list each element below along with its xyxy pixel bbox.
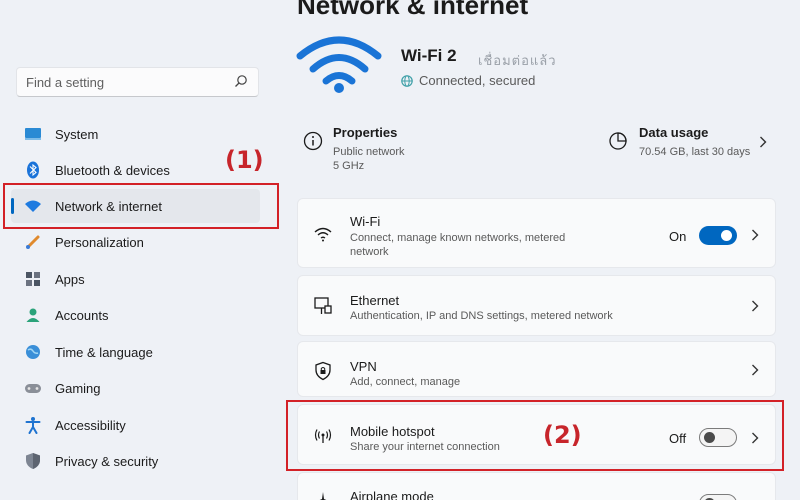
vpn-setting-card[interactable]: VPN Add, connect, manage — [297, 341, 776, 397]
sidebar-item-label: Gaming — [55, 380, 101, 396]
connection-name-obscured: เชื่อมต่อแล้ว — [478, 53, 557, 68]
airplane-mode-setting-card[interactable]: Airplane mode — [297, 472, 776, 500]
search-icon[interactable] — [234, 74, 248, 88]
globe-icon — [23, 342, 43, 362]
annotation-label-2: (2) — [543, 421, 582, 449]
airplane-title: Airplane mode — [350, 489, 434, 500]
highlight-box-2 — [286, 400, 784, 471]
apps-icon — [23, 269, 43, 289]
sidebar-item-accounts[interactable]: Accounts — [11, 298, 260, 332]
ethernet-subtitle: Authentication, IP and DNS settings, met… — [350, 310, 613, 322]
ethernet-icon — [314, 297, 332, 314]
properties-row: Properties Public network 5 GHz Data usa… — [297, 113, 777, 177]
wifi-toggle[interactable] — [699, 226, 737, 245]
sidebar-item-gaming[interactable]: Gaming — [11, 371, 260, 405]
wifi-title: Wi-Fi — [350, 214, 381, 229]
sidebar-item-label: Accessibility — [55, 417, 126, 433]
connection-status-text: Connected, secured — [419, 73, 536, 88]
search-input[interactable] — [17, 68, 217, 96]
search-box[interactable] — [16, 67, 259, 97]
sidebar-item-accessibility[interactable]: Accessibility — [11, 408, 260, 442]
wifi-icon — [314, 227, 332, 242]
sidebar-item-label: Time & language — [55, 344, 153, 360]
wifi-signal-icon — [296, 36, 382, 93]
sidebar-item-bluetooth[interactable]: Bluetooth & devices — [11, 153, 260, 187]
sidebar-item-personalization[interactable]: Personalization — [11, 225, 260, 259]
globe-icon — [401, 74, 413, 87]
sidebar-item-privacy-security[interactable]: Privacy & security — [11, 444, 260, 478]
vpn-title: VPN — [350, 359, 377, 374]
bluetooth-icon — [23, 160, 43, 180]
sidebar-item-label: Bluetooth & devices — [55, 162, 170, 178]
chevron-right-icon[interactable] — [751, 300, 759, 312]
sidebar-item-label: Apps — [55, 271, 85, 287]
data-usage-link[interactable]: Data usage 70.54 GB, last 30 days — [602, 113, 777, 177]
chevron-right-icon[interactable] — [751, 229, 759, 241]
connection-name: Wi-Fi 2 — [401, 46, 457, 65]
properties-network-type: Public network — [333, 146, 405, 158]
data-usage-title: Data usage — [639, 125, 709, 140]
wifi-state-label: On — [669, 229, 687, 244]
shield-icon — [23, 451, 43, 471]
chevron-right-icon — [760, 136, 767, 148]
system-icon — [23, 124, 43, 144]
sidebar-item-apps[interactable]: Apps — [11, 262, 260, 296]
accessibility-icon — [23, 415, 43, 435]
brush-icon — [23, 232, 43, 252]
properties-title: Properties — [333, 125, 398, 140]
wifi-subtitle: Connect, manage known networks, metered … — [350, 232, 566, 258]
toggle-knob — [721, 230, 732, 241]
data-usage-value: 70.54 GB, last 30 days — [639, 146, 751, 158]
info-icon — [303, 131, 323, 151]
airplane-toggle[interactable] — [699, 494, 737, 500]
properties-link[interactable]: Properties Public network 5 GHz — [297, 113, 517, 177]
sidebar-item-system[interactable]: System — [11, 117, 260, 151]
sidebar-item-time-language[interactable]: Time & language — [11, 335, 260, 369]
shield-icon — [315, 361, 331, 381]
data-usage-icon — [609, 132, 627, 150]
vpn-subtitle: Add, connect, manage — [350, 376, 461, 388]
sidebar-item-label: System — [55, 126, 99, 142]
page-title: Network & internet — [297, 0, 529, 20]
chevron-right-icon[interactable] — [751, 364, 759, 376]
sidebar-item-label: Personalization — [55, 234, 144, 250]
connection-status: Connected, secured — [401, 73, 535, 88]
person-icon — [23, 305, 43, 325]
properties-band: 5 GHz — [333, 160, 365, 172]
sidebar-item-label: Accounts — [55, 307, 109, 323]
wifi-setting-card[interactable]: Wi-Fi Connect, manage known networks, me… — [297, 198, 776, 268]
annotation-label-1: (1) — [225, 146, 264, 174]
ethernet-setting-card[interactable]: Ethernet Authentication, IP and DNS sett… — [297, 275, 776, 336]
ethernet-title: Ethernet — [350, 293, 400, 308]
highlight-box-1 — [3, 183, 279, 229]
gamepad-icon — [23, 378, 43, 398]
airplane-icon — [319, 492, 327, 500]
sidebar-item-label: Privacy & security — [55, 453, 159, 469]
